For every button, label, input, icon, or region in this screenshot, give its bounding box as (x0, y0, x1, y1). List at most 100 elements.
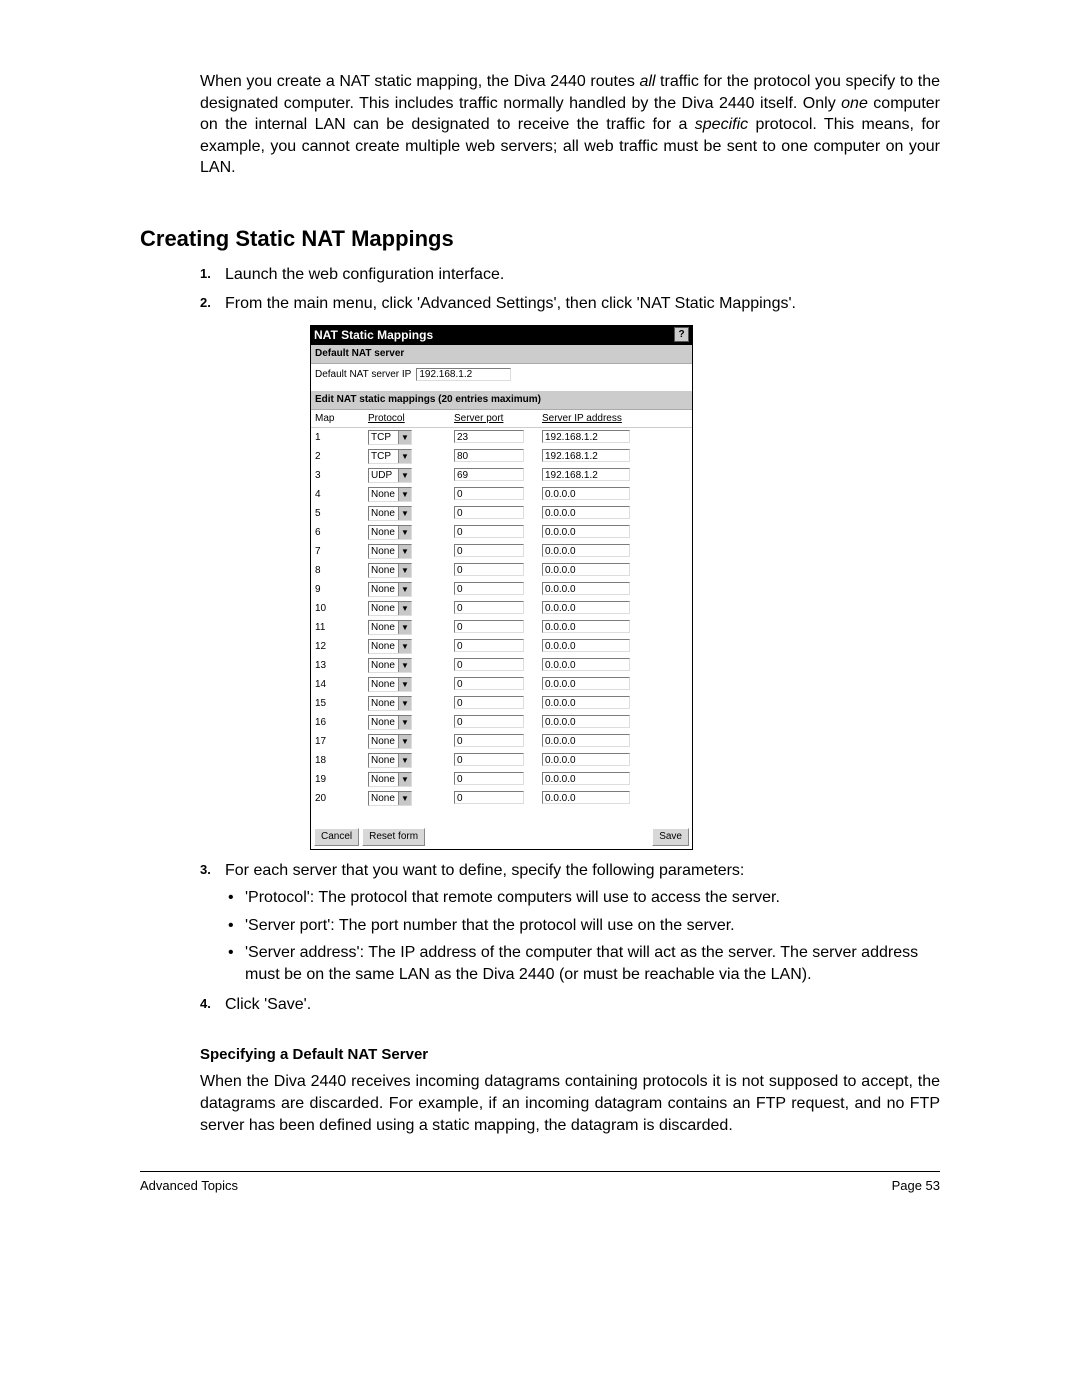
map-number: 12 (311, 637, 364, 656)
protocol-select[interactable]: None▼ (368, 601, 412, 616)
protocol-select[interactable]: None▼ (368, 696, 412, 711)
reset-form-button[interactable]: Reset form (362, 828, 425, 846)
step-2: 2. From the main menu, click 'Advanced S… (200, 293, 940, 849)
protocol-select[interactable]: None▼ (368, 525, 412, 540)
server-ip-input[interactable]: 0.0.0.0 (542, 525, 630, 538)
server-port-input[interactable]: 0 (454, 753, 524, 766)
intro-paragraph: When you create a NAT static mapping, th… (200, 71, 940, 179)
server-port-input[interactable]: 0 (454, 601, 524, 614)
map-number: 8 (311, 561, 364, 580)
table-row: 17None▼00.0.0.0 (311, 732, 692, 751)
server-ip-input[interactable]: 192.168.1.2 (542, 468, 630, 481)
server-port-input[interactable]: 0 (454, 791, 524, 804)
server-port-input[interactable]: 0 (454, 620, 524, 633)
server-port-input[interactable]: 0 (454, 506, 524, 519)
server-port-input[interactable]: 0 (454, 525, 524, 538)
server-ip-input[interactable]: 0.0.0.0 (542, 715, 630, 728)
protocol-select[interactable]: None▼ (368, 715, 412, 730)
server-port-input[interactable]: 0 (454, 658, 524, 671)
map-number: 6 (311, 523, 364, 542)
col-ip: Server IP address (538, 410, 692, 428)
server-port-input[interactable]: 80 (454, 449, 524, 462)
server-ip-input[interactable]: 0.0.0.0 (542, 601, 630, 614)
table-row: 20 None▼ 0 0.0.0.0 (311, 789, 692, 808)
server-port-input[interactable]: 0 (454, 734, 524, 747)
server-ip-input[interactable]: 0.0.0.0 (542, 677, 630, 690)
protocol-select[interactable]: None▼ (368, 506, 412, 521)
server-ip-input[interactable]: 0.0.0.0 (542, 772, 630, 785)
server-ip-input[interactable]: 0.0.0.0 (542, 696, 630, 709)
server-ip-input[interactable]: 0.0.0.0 (542, 620, 630, 633)
protocol-select[interactable]: None▼ (368, 544, 412, 559)
server-port-input[interactable]: 0 (454, 487, 524, 500)
protocol-select[interactable]: TCP▼ (368, 430, 412, 445)
chevron-down-icon: ▼ (398, 640, 411, 653)
default-nat-ip-input[interactable] (416, 368, 511, 381)
chevron-down-icon: ▼ (398, 621, 411, 634)
server-port-input[interactable]: 0 (454, 677, 524, 690)
map-number: 14 (311, 675, 364, 694)
server-port-input[interactable]: 0 (454, 715, 524, 728)
protocol-select[interactable]: UDP▼ (368, 468, 412, 483)
protocol-select[interactable]: None▼ (368, 620, 412, 635)
server-ip-input[interactable]: 0.0.0.0 (542, 658, 630, 671)
protocol-value: None (369, 678, 398, 692)
chevron-down-icon: ▼ (398, 431, 411, 444)
map-number: 15 (311, 694, 364, 713)
server-ip-input[interactable]: 0.0.0.0 (542, 791, 630, 804)
server-ip-input[interactable]: 0.0.0.0 (542, 582, 630, 595)
server-ip-input[interactable]: 0.0.0.0 (542, 753, 630, 766)
server-port-input[interactable]: 0 (454, 772, 524, 785)
server-port-input[interactable]: 0 (454, 696, 524, 709)
cancel-button[interactable]: Cancel (314, 828, 359, 846)
map-number: 10 (311, 599, 364, 618)
chevron-down-icon: ▼ (398, 754, 411, 767)
protocol-select[interactable]: None▼ (368, 772, 412, 787)
server-port-input[interactable]: 23 (454, 430, 524, 443)
chevron-down-icon: ▼ (398, 792, 411, 805)
protocol-value: TCP (369, 450, 398, 464)
table-row: 3UDP▼69192.168.1.2 (311, 466, 692, 485)
map-number: 20 (311, 789, 364, 808)
server-ip-input[interactable]: 0.0.0.0 (542, 544, 630, 557)
server-ip-input[interactable]: 192.168.1.2 (542, 449, 630, 462)
protocol-select[interactable]: None▼ (368, 753, 412, 768)
protocol-value: None (369, 564, 398, 578)
map-number: 11 (311, 618, 364, 637)
save-button[interactable]: Save (652, 828, 689, 846)
protocol-value: None (369, 545, 398, 559)
server-port-input[interactable]: 0 (454, 563, 524, 576)
map-number: 4 (311, 485, 364, 504)
server-port-input[interactable]: 0 (454, 639, 524, 652)
protocol-select[interactable]: None▼ (368, 791, 412, 806)
table-row: 6 None▼ 0 0.0.0.0 (311, 523, 692, 542)
protocol-select[interactable]: None▼ (368, 563, 412, 578)
text: When you create a NAT static mapping, th… (200, 73, 639, 90)
chevron-down-icon: ▼ (398, 545, 411, 558)
protocol-select[interactable]: TCP▼ (368, 449, 412, 464)
protocol-select[interactable]: None▼ (368, 487, 412, 502)
server-ip-input[interactable]: 192.168.1.2 (542, 430, 630, 443)
server-ip-input[interactable]: 0.0.0.0 (542, 639, 630, 652)
protocol-value: None (369, 602, 398, 616)
subsection-heading: Specifying a Default NAT Server (200, 1045, 940, 1065)
server-ip-input[interactable]: 0.0.0.0 (542, 563, 630, 576)
server-port-input[interactable]: 0 (454, 544, 524, 557)
protocol-select[interactable]: None▼ (368, 658, 412, 673)
protocol-select[interactable]: None▼ (368, 639, 412, 654)
table-row: 8 None▼ 0 0.0.0.0 (311, 561, 692, 580)
protocol-select[interactable]: None▼ (368, 582, 412, 597)
server-port-input[interactable]: 69 (454, 468, 524, 481)
protocol-select[interactable]: None▼ (368, 734, 412, 749)
server-port-input[interactable]: 0 (454, 582, 524, 595)
help-icon[interactable]: ? (674, 327, 689, 342)
protocol-select[interactable]: None▼ (368, 677, 412, 692)
server-ip-input[interactable]: 0.0.0.0 (542, 734, 630, 747)
step-1: 1. Launch the web configuration interfac… (200, 264, 940, 286)
table-row: 7None▼00.0.0.0 (311, 542, 692, 561)
bullet-server-port: 'Server port': The port number that the … (225, 915, 940, 937)
server-ip-input[interactable]: 0.0.0.0 (542, 487, 630, 500)
server-ip-input[interactable]: 0.0.0.0 (542, 506, 630, 519)
step-text: For each server that you want to define,… (225, 862, 744, 879)
table-row: 15 None▼ 0 0.0.0.0 (311, 694, 692, 713)
